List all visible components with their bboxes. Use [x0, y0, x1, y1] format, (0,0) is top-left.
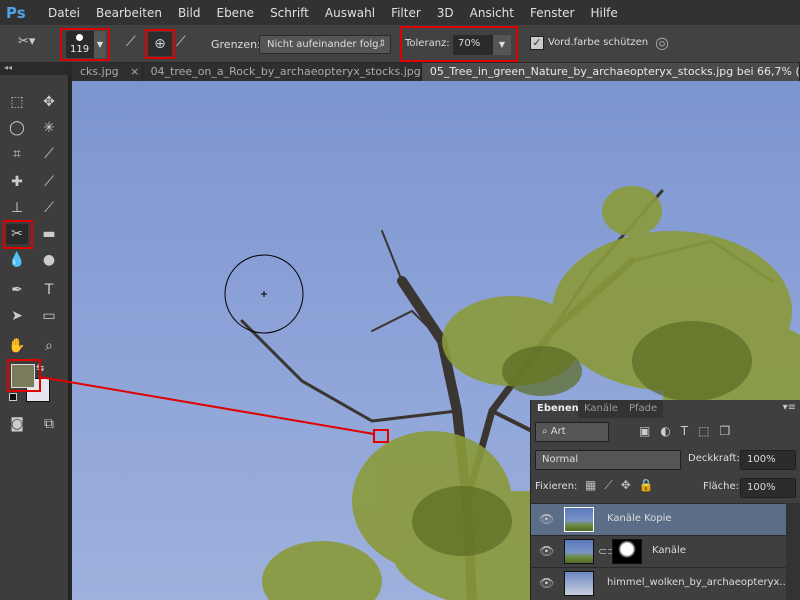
highlight-tool [3, 220, 33, 249]
highlight-toleranz [400, 26, 518, 62]
tab-label: 05_Tree_in_green_Nature_by_archaeopteryx… [429, 65, 800, 78]
fill-value: 100% [747, 482, 776, 493]
menu-filter[interactable]: Filter [383, 6, 429, 20]
eye-icon[interactable]: 👁 [539, 512, 554, 526]
stamp-tool-icon[interactable]: ⊥ [6, 198, 28, 218]
layer-name: Kanäle Kopie [607, 513, 672, 524]
toolbox: ⬚ ✥ ◯ ✳ ⌗ ⟋ ✚ ⟋ ⊥ ⟋ ✂ ▬ 💧 ● ✒ T ➤ ▭ ✋ ⌕ … [0, 75, 70, 600]
filter-value: Art [550, 426, 566, 437]
grenzen-label: Grenzen: [211, 38, 261, 51]
blur-tool-icon[interactable]: 💧 [6, 250, 28, 270]
move-tool-icon[interactable]: ✥ [38, 92, 60, 112]
pen-tool-icon[interactable]: ✒ [6, 280, 28, 300]
menu-datei[interactable]: Datei [40, 6, 88, 20]
panel-menu-icon[interactable]: ▾≡ [783, 402, 796, 413]
photoshop-logo: Ps [6, 3, 26, 22]
layer-thumbnail [564, 539, 594, 564]
eye-icon[interactable]: 👁 [539, 544, 554, 558]
menu-bar: Ps Datei Bearbeiten Bild Ebene Schrift A… [0, 0, 800, 25]
marquee-tool-icon[interactable]: ⬚ [6, 92, 28, 112]
layers-scrollbar[interactable] [786, 503, 800, 600]
tab-kanaele[interactable]: Kanäle [578, 400, 624, 418]
tab-label: 04_tree_on_a_Rock_by_archaeopteryx_stock… [150, 65, 421, 78]
tab-doc-1[interactable]: cks.jpg × [72, 63, 143, 81]
highlight-foreground [7, 359, 41, 392]
options-bar: ✂▾ 119 ▼ ⟋ ⊕ ⟋ Grenzen: Nicht aufeinande… [0, 25, 800, 63]
fill-label: Fläche: [703, 481, 740, 492]
eye-icon[interactable]: 👁 [539, 576, 554, 590]
protect-foreground-label: Vord.farbe schützen [548, 37, 649, 48]
menu-auswahl[interactable]: Auswahl [317, 6, 383, 20]
eyedropper-icon[interactable]: ⟋ [38, 144, 60, 164]
layer-row[interactable]: 👁 Kanäle Kopie [531, 503, 786, 535]
path-selection-icon[interactable]: ➤ [6, 306, 28, 326]
menu-schrift[interactable]: Schrift [262, 6, 317, 20]
quick-mask-icon[interactable]: ◙ [6, 414, 28, 434]
hand-tool-icon[interactable]: ✋ [6, 336, 28, 356]
sponge-tool-icon[interactable]: ● [38, 250, 60, 270]
lock-label: Fixieren: [535, 481, 578, 492]
sampling-background-icon[interactable]: ⟋ [176, 34, 186, 50]
filter-type-select[interactable]: ⌕ Art [535, 422, 609, 442]
crop-tool-icon[interactable]: ⌗ [6, 144, 28, 164]
lasso-tool-icon[interactable]: ◯ [6, 118, 28, 138]
toolbox-collapse[interactable]: ◂◂ [0, 63, 70, 75]
menu-ansicht[interactable]: Ansicht [462, 6, 522, 20]
healing-brush-icon[interactable]: ✚ [6, 172, 28, 192]
sampling-continuous-icon[interactable]: ⟋ [126, 34, 136, 50]
updown-icon: ⇕ [378, 39, 386, 49]
opacity-value: 100% [747, 454, 776, 465]
grenzen-value: Nicht aufeinander folg. [267, 39, 382, 50]
layer-thumbnail [564, 571, 594, 596]
tab-doc-3[interactable]: 05_Tree_in_green_Nature_by_archaeopteryx… [421, 63, 800, 81]
blend-mode-value: Normal [542, 454, 579, 465]
tool-preset-picker[interactable]: ✂▾ [18, 34, 56, 54]
tab-doc-2[interactable]: 04_tree_on_a_Rock_by_archaeopteryx_stock… [143, 63, 422, 81]
default-colors-icon[interactable] [9, 393, 17, 401]
tab-ebenen[interactable]: Ebenen [531, 400, 585, 418]
layer-name: Kanäle [652, 545, 686, 556]
menu-fenster[interactable]: Fenster [522, 6, 583, 20]
gradient-tool-icon[interactable]: ▬ [38, 224, 60, 244]
fill-input[interactable]: 100% [740, 478, 796, 498]
menu-3d[interactable]: 3D [429, 6, 462, 20]
zoom-tool-icon[interactable]: ⌕ [38, 336, 60, 356]
brush-tool-icon[interactable]: ⟋ [38, 172, 60, 192]
magic-wand-icon[interactable]: ✳ [38, 118, 60, 138]
menu-bild[interactable]: Bild [170, 6, 209, 20]
protect-foreground-checkbox[interactable]: ✓ [530, 36, 544, 50]
layer-row[interactable]: 👁 ⊂⊃ Kanäle [531, 535, 786, 567]
menu-bearbeiten[interactable]: Bearbeiten [88, 6, 170, 20]
layer-name: himmel_wolken_by_archaeopteryx... [607, 577, 789, 588]
lock-icons[interactable]: ▦⟋✥🔒 [585, 478, 662, 493]
opacity-input[interactable]: 100% [740, 450, 796, 470]
document-tabs: cks.jpg × 04_tree_on_a_Rock_by_archaeopt… [72, 63, 800, 81]
tab-pfade[interactable]: Pfade [623, 400, 664, 418]
menu-ebene[interactable]: Ebene [208, 6, 262, 20]
type-tool-icon[interactable]: T [38, 280, 60, 300]
layer-thumbnail [564, 507, 594, 532]
filter-icons[interactable]: ▣◐T⬚❐ [639, 424, 740, 438]
layer-mask-thumbnail[interactable] [612, 539, 642, 564]
screen-mode-icon[interactable]: ⧉ [38, 414, 60, 434]
highlight-brush-size [60, 28, 110, 61]
layer-row[interactable]: 👁 himmel_wolken_by_archaeopteryx... [531, 567, 789, 599]
highlight-sampling-once [145, 29, 175, 59]
opacity-label: Deckkraft: [688, 453, 740, 464]
menu-hilfe[interactable]: Hilfe [582, 6, 625, 20]
blend-mode-select[interactable]: Normal [535, 450, 681, 470]
pressure-icon[interactable]: ◎ [655, 33, 669, 52]
sample-point-highlight [373, 429, 389, 443]
history-brush-icon[interactable]: ⟋ [38, 198, 60, 218]
grenzen-select[interactable]: Nicht aufeinander folg. ⇕ [259, 35, 391, 54]
layers-panel: Ebenen Kanäle Pfade ▾≡ ⌕ Art ▣◐T⬚❐ Norma… [530, 400, 800, 600]
close-icon[interactable]: × [130, 65, 139, 78]
rectangle-tool-icon[interactable]: ▭ [38, 306, 60, 326]
tab-label: cks.jpg [80, 65, 119, 78]
